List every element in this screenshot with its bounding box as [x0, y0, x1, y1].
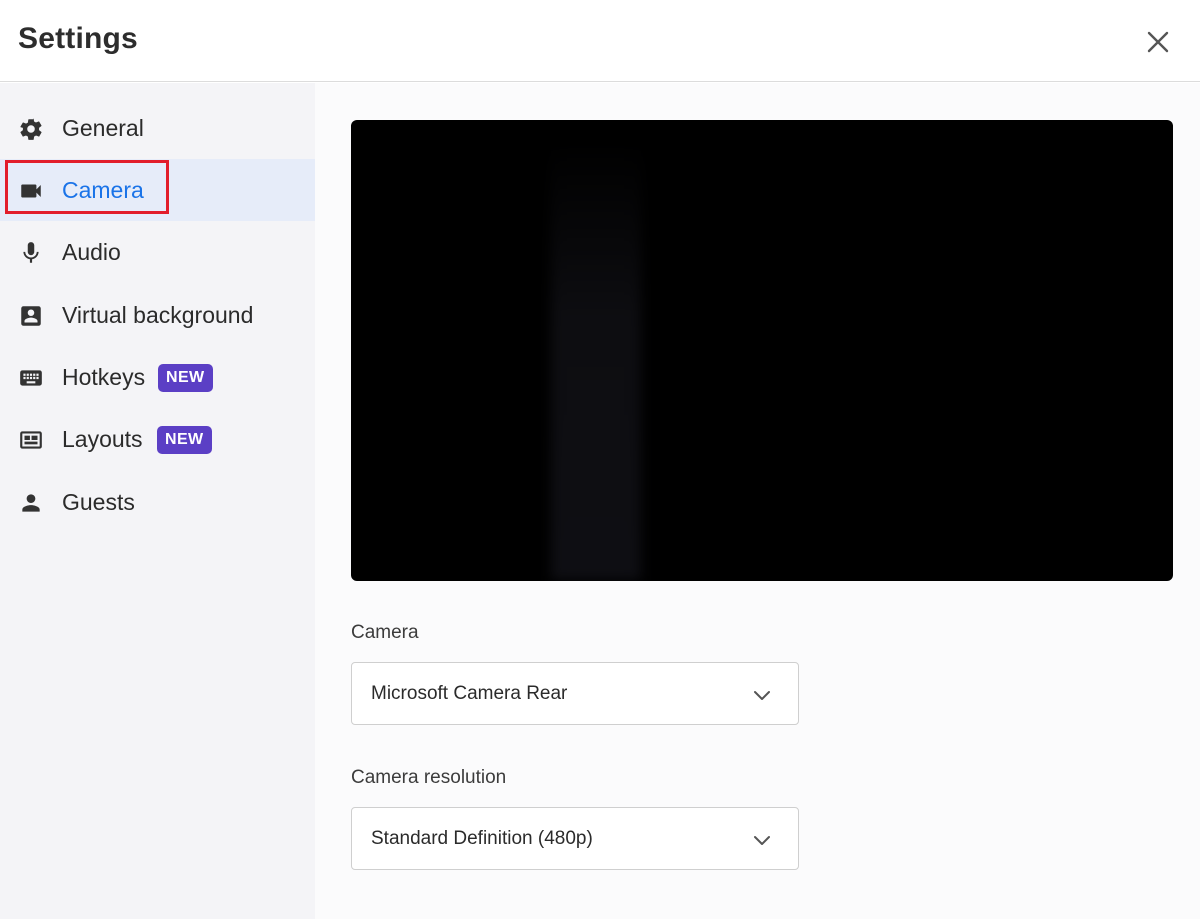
- chevron-down-icon: [754, 691, 770, 700]
- chevron-down-icon: [754, 836, 770, 845]
- keyboard-icon: [18, 365, 44, 391]
- resolution-field-label: Camera resolution: [351, 767, 507, 788]
- sidebar-item-layouts[interactable]: Layouts NEW: [0, 408, 315, 470]
- sidebar-item-general[interactable]: General: [0, 97, 315, 159]
- camera-settings-panel: Camera Microsoft Camera Rear Camera reso…: [315, 83, 1200, 919]
- sidebar-item-label: General: [62, 115, 144, 141]
- resolution-select[interactable]: Standard Definition (480p): [351, 807, 799, 870]
- sidebar-item-label: Guests: [62, 489, 135, 515]
- sidebar-item-guests[interactable]: Guests: [0, 471, 315, 533]
- resolution-select-value: Standard Definition (480p): [371, 828, 593, 849]
- camera-field-label: Camera: [351, 622, 419, 643]
- sidebar-item-label: Layouts: [62, 426, 143, 452]
- preview-shadow: [551, 140, 641, 580]
- settings-sidebar: General Camera Audio Virtual background: [0, 83, 315, 919]
- sidebar-item-camera[interactable]: Camera: [0, 159, 315, 221]
- camera-select[interactable]: Microsoft Camera Rear: [351, 662, 799, 725]
- sidebar-item-label: Camera: [62, 177, 144, 203]
- video-camera-icon: [18, 178, 44, 204]
- camera-select-value: Microsoft Camera Rear: [371, 683, 568, 704]
- camera-preview: [351, 120, 1173, 581]
- portrait-icon: [18, 303, 44, 329]
- page-title: Settings: [18, 22, 138, 55]
- person-icon: [18, 490, 44, 516]
- sidebar-item-label: Hotkeys: [62, 364, 146, 390]
- new-badge: NEW: [157, 426, 212, 454]
- close-button[interactable]: [1140, 24, 1176, 60]
- sidebar-item-label: Virtual background: [62, 302, 254, 328]
- sidebar-item-virtual-background[interactable]: Virtual background: [0, 284, 315, 346]
- gear-icon: [18, 116, 44, 142]
- layout-icon: [18, 427, 44, 453]
- new-badge: NEW: [158, 364, 213, 392]
- sidebar-item-audio[interactable]: Audio: [0, 221, 315, 283]
- sidebar-item-label: Audio: [62, 239, 121, 265]
- close-icon: [1147, 31, 1169, 53]
- settings-header: Settings: [0, 0, 1200, 82]
- sidebar-item-hotkeys[interactable]: Hotkeys NEW: [0, 346, 315, 408]
- microphone-icon: [18, 240, 44, 266]
